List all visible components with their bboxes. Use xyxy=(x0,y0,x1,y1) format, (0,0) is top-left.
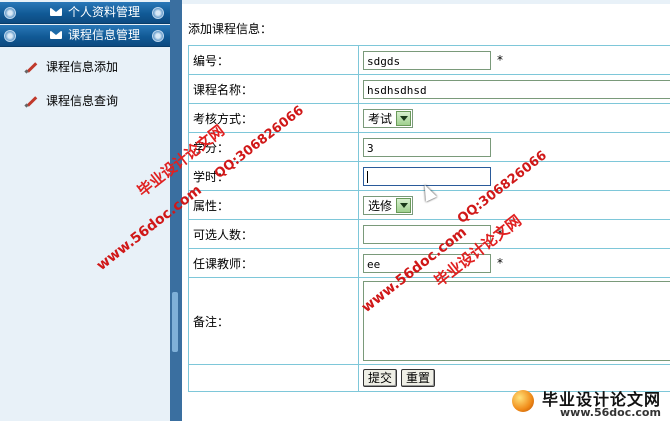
menu-label: 课程信息管理 xyxy=(68,28,141,42)
attribute-value: 选修 xyxy=(368,198,393,213)
attribute-select[interactable]: 选修 xyxy=(363,195,414,215)
page-title: 添加课程信息： xyxy=(188,22,273,36)
empty-cell xyxy=(188,364,359,392)
required-mark: * xyxy=(497,256,503,270)
credit-input[interactable]: 3 xyxy=(363,137,491,157)
exam-type-value: 考试 xyxy=(368,111,393,126)
course-form: 编号： sdgds * 课程名称： hsdhsdhsd 考核方式： 考试 学分： … xyxy=(188,45,670,392)
label-capacity: 可选人数： xyxy=(188,219,359,249)
form-row-name: 课程名称： hsdhsdhsd xyxy=(188,74,670,104)
sidebar-link-label: 课程信息添加 xyxy=(46,60,119,74)
splitter-handle[interactable] xyxy=(172,292,178,352)
label-hours: 学时： xyxy=(188,161,359,191)
menu-personal-info[interactable]: 个人资料管理 xyxy=(0,2,170,24)
label-name: 课程名称： xyxy=(188,74,359,104)
chevron-down-icon[interactable] xyxy=(396,197,412,213)
top-border xyxy=(182,0,670,4)
chevron-down-icon[interactable] xyxy=(396,110,412,126)
pencil-icon xyxy=(24,94,38,108)
bullet-icon xyxy=(152,7,164,19)
sidebar: 个人资料管理 课程信息管理 课程信息添加 课程信息查询 xyxy=(0,0,170,421)
code-input[interactable]: sdgds xyxy=(363,50,491,70)
main-panel: 添加课程信息： 编号： sdgds * 课程名称： hsdhsdhsd 考核方式：… xyxy=(182,0,670,421)
logo-site: www.56doc.com xyxy=(560,406,661,419)
sidebar-link-course-add[interactable]: 课程信息添加 xyxy=(24,58,118,75)
menu-course-info[interactable]: 课程信息管理 xyxy=(0,25,170,47)
bullet-icon xyxy=(152,30,164,42)
form-row-notes: 备注： xyxy=(188,277,670,365)
form-row-capacity: 可选人数： * xyxy=(188,219,670,249)
site-logo: 毕业设计论文网 www.56doc.com xyxy=(500,384,670,421)
reset-button[interactable]: 重置 xyxy=(401,369,436,387)
bullet-icon xyxy=(4,7,16,19)
submit-button[interactable]: 提交 xyxy=(363,369,398,387)
label-code: 编号： xyxy=(188,45,359,75)
form-row-code: 编号： sdgds * xyxy=(188,45,670,75)
label-attr: 属性： xyxy=(188,190,359,220)
text-caret xyxy=(367,170,368,183)
envelope-icon xyxy=(50,31,62,39)
sidebar-link-label: 课程信息查询 xyxy=(46,94,119,108)
envelope-icon xyxy=(50,8,62,16)
sidebar-link-course-query[interactable]: 课程信息查询 xyxy=(24,92,118,109)
label-notes: 备注： xyxy=(188,277,359,365)
course-name-input[interactable]: hsdhsdhsd xyxy=(363,79,670,99)
notes-textarea[interactable] xyxy=(363,281,670,361)
label-teacher: 任课教师： xyxy=(188,248,359,278)
exam-type-select[interactable]: 考试 xyxy=(363,108,414,128)
logo-ball-icon xyxy=(512,390,534,412)
bullet-icon xyxy=(4,30,16,42)
pencil-icon xyxy=(24,60,38,74)
required-mark: * xyxy=(497,53,503,67)
form-row-exam: 考核方式： 考试 xyxy=(188,103,670,133)
menu-label: 个人资料管理 xyxy=(68,5,141,19)
